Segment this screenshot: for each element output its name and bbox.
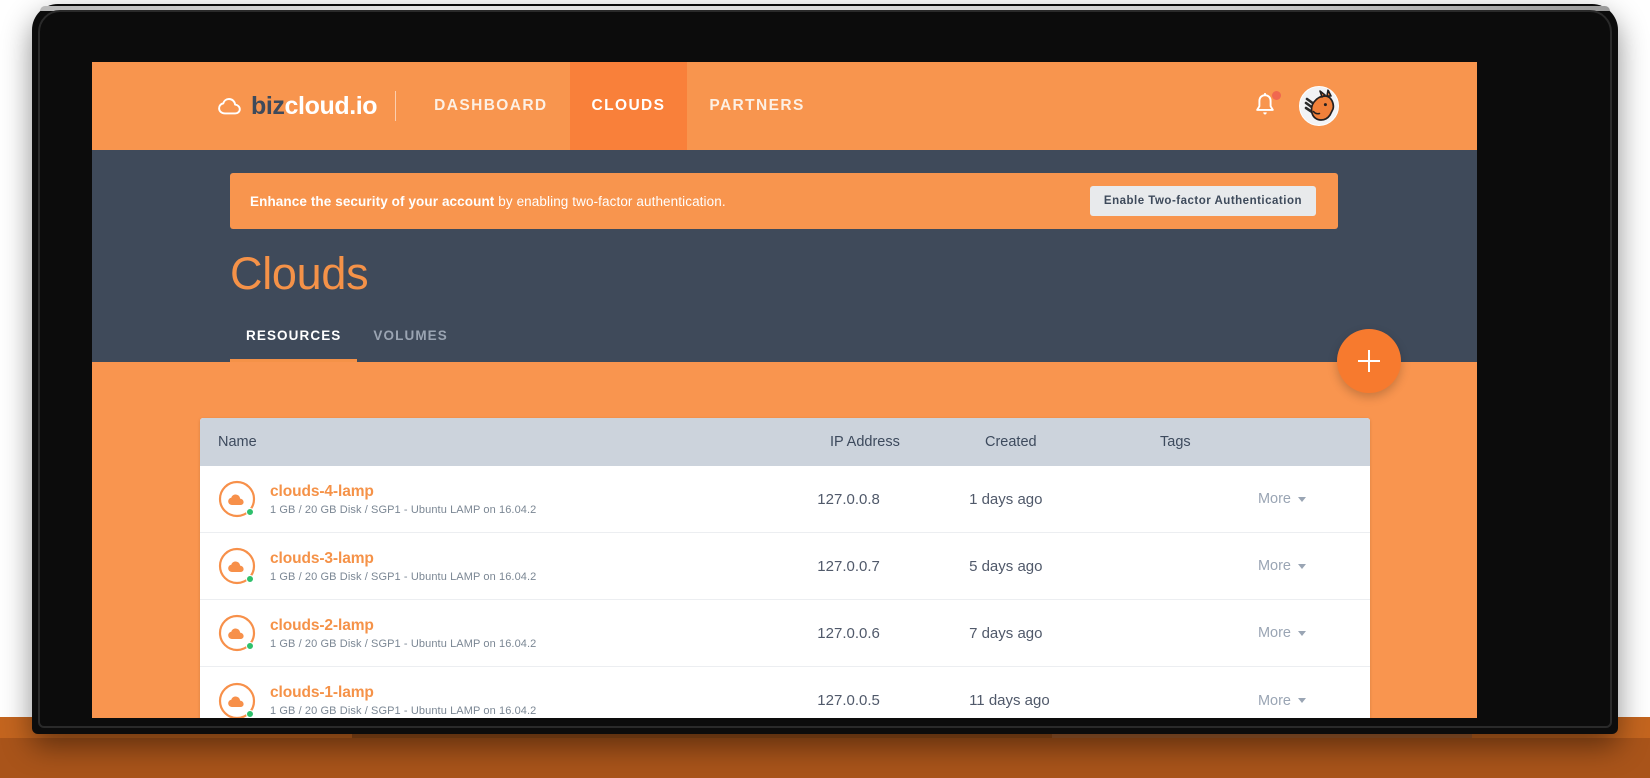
column-header-created: Created: [985, 434, 1037, 450]
resource-spec: 1 GB / 20 GB Disk / SGP1 - Ubuntu LAMP o…: [270, 705, 537, 717]
notification-badge-dot: [1272, 91, 1281, 100]
status-dot: [246, 709, 254, 718]
more-label: More: [1257, 692, 1291, 709]
name-block: clouds-2-lamp 1 GB / 20 GB Disk / SGP1 -…: [270, 617, 536, 650]
name-block: clouds-1-lamp 1 GB / 20 GB Disk / SGP1 -…: [270, 684, 536, 717]
tab-volumes[interactable]: VOLUMES: [357, 328, 463, 363]
more-label: More: [1257, 558, 1291, 574]
cloud-outline-icon: [218, 97, 242, 115]
cell-created: 1 days ago: [969, 490, 1043, 508]
cell-created: 5 days ago: [969, 557, 1043, 575]
column-header-ip: IP Address: [830, 434, 900, 450]
resource-spec: 1 GB / 20 GB Disk / SGP1 - Ubuntu LAMP o…: [270, 570, 537, 583]
cell-name: clouds-4-lamp 1 GB / 20 GB Disk / SGP1 -…: [200, 480, 817, 518]
status-dot: [246, 508, 254, 516]
cell-name: clouds-3-lamp 1 GB / 20 GB Disk / SGP1 -…: [200, 547, 817, 585]
brand-word-biz: biz: [251, 91, 285, 120]
cell-name: clouds-2-lamp 1 GB / 20 GB Disk / SGP1 -…: [200, 614, 817, 652]
name-block: clouds-3-lamp 1 GB / 20 GB Disk / SGP1 -…: [270, 550, 536, 583]
chevron-down-icon: [1298, 630, 1306, 636]
table-row[interactable]: clouds-4-lamp 1 GB / 20 GB Disk / SGP1 -…: [200, 466, 1370, 533]
page-title: Clouds: [230, 248, 369, 299]
plus-icon-vertical: [1367, 350, 1371, 372]
top-navigation-bar: bizcloud.io DASHBOARD CLOUDS PARTNERS: [92, 62, 1477, 150]
name-block: clouds-4-lamp 1 GB / 20 GB Disk / SGP1 -…: [270, 483, 536, 516]
resource-spec: 1 GB / 20 GB Disk / SGP1 - Ubuntu LAMP o…: [270, 503, 537, 516]
screenshot-stage: bizcloud.io DASHBOARD CLOUDS PARTNERS En…: [0, 0, 1650, 778]
browser-viewport: bizcloud.io DASHBOARD CLOUDS PARTNERS En…: [92, 62, 1477, 718]
resources-table-card: Name IP Address Created Tags clouds-4-la…: [200, 418, 1370, 718]
resource-name-link[interactable]: clouds-2-lamp: [270, 617, 536, 635]
resource-name-link[interactable]: clouds-3-lamp: [270, 550, 536, 568]
create-resource-button[interactable]: [1337, 329, 1401, 393]
resource-spec: 1 GB / 20 GB Disk / SGP1 - Ubuntu LAMP o…: [270, 637, 537, 650]
bell-icon[interactable]: [1253, 91, 1281, 119]
status-dot: [246, 575, 254, 583]
cell-actions: More: [1258, 558, 1370, 574]
resource-name-link[interactable]: clouds-1-lamp: [270, 684, 536, 702]
table-header-row: Name IP Address Created Tags: [200, 418, 1370, 466]
brand-wordmark: bizcloud.io: [251, 91, 378, 121]
page-content: Name IP Address Created Tags clouds-4-la…: [92, 329, 1477, 718]
nav-item-partners[interactable]: PARTNERS: [687, 62, 826, 150]
avatar[interactable]: [1299, 86, 1339, 126]
status-dot: [246, 642, 254, 650]
brand-logo[interactable]: bizcloud.io: [92, 62, 378, 150]
more-dropdown-button[interactable]: More: [1258, 625, 1306, 641]
banner-message-bold: Enhance the security of your account: [250, 193, 495, 209]
cloud-resource-icon: [218, 480, 256, 518]
chevron-down-icon: [1298, 563, 1306, 569]
chevron-down-icon: [1298, 698, 1306, 703]
cloud-resource-icon: [218, 682, 256, 718]
cell-actions: More: [1258, 693, 1370, 709]
nav-item-clouds[interactable]: CLOUDS: [569, 62, 688, 150]
cell-created: 7 days ago: [969, 624, 1043, 642]
banner-message: Enhance the security of your account by …: [250, 194, 726, 209]
desk-surface-lower: [0, 738, 1650, 778]
primary-nav: DASHBOARD CLOUDS PARTNERS: [412, 62, 827, 150]
column-header-tags: Tags: [1160, 434, 1191, 450]
more-dropdown-button[interactable]: More: [1258, 491, 1306, 507]
table-row[interactable]: clouds-2-lamp 1 GB / 20 GB Disk / SGP1 -…: [200, 600, 1370, 667]
table-row[interactable]: clouds-3-lamp 1 GB / 20 GB Disk / SGP1 -…: [200, 533, 1370, 600]
brand-divider: [395, 91, 397, 121]
cell-ip: 127.0.0.7: [817, 557, 880, 575]
page-tabs: RESOURCES VOLUMES: [230, 328, 464, 363]
tab-resources[interactable]: RESOURCES: [230, 328, 358, 363]
cloud-resource-icon: [218, 547, 256, 585]
cell-name: clouds-1-lamp 1 GB / 20 GB Disk / SGP1 -…: [200, 682, 817, 718]
more-label: More: [1257, 491, 1291, 507]
cell-actions: More: [1258, 491, 1370, 507]
cell-ip: 127.0.0.8: [817, 490, 880, 508]
cell-ip: 127.0.0.6: [817, 624, 880, 642]
more-label: More: [1257, 625, 1291, 641]
cloud-resource-icon: [218, 614, 256, 652]
more-dropdown-button[interactable]: More: [1258, 693, 1306, 709]
more-dropdown-button[interactable]: More: [1258, 558, 1306, 574]
chevron-down-icon: [1298, 496, 1306, 502]
brand-word-cloudio: cloud.io: [284, 91, 378, 120]
nav-utility-group: [1253, 62, 1477, 150]
resource-name-link[interactable]: clouds-4-lamp: [270, 483, 536, 501]
cell-actions: More: [1258, 625, 1370, 641]
page-header-panel: Enhance the security of your account by …: [92, 150, 1477, 363]
cell-created: 11 days ago: [969, 692, 1050, 709]
banner-message-rest: by enabling two-factor authentication.: [494, 193, 726, 209]
enable-two-factor-button[interactable]: Enable Two-factor Authentication: [1089, 186, 1316, 216]
cell-ip: 127.0.0.5: [817, 692, 880, 709]
two-factor-banner: Enhance the security of your account by …: [230, 173, 1338, 229]
column-header-name: Name: [218, 434, 257, 450]
nav-item-dashboard[interactable]: DASHBOARD: [412, 62, 569, 150]
laptop-top-edge: [40, 6, 1610, 11]
table-row[interactable]: clouds-1-lamp 1 GB / 20 GB Disk / SGP1 -…: [200, 667, 1370, 718]
